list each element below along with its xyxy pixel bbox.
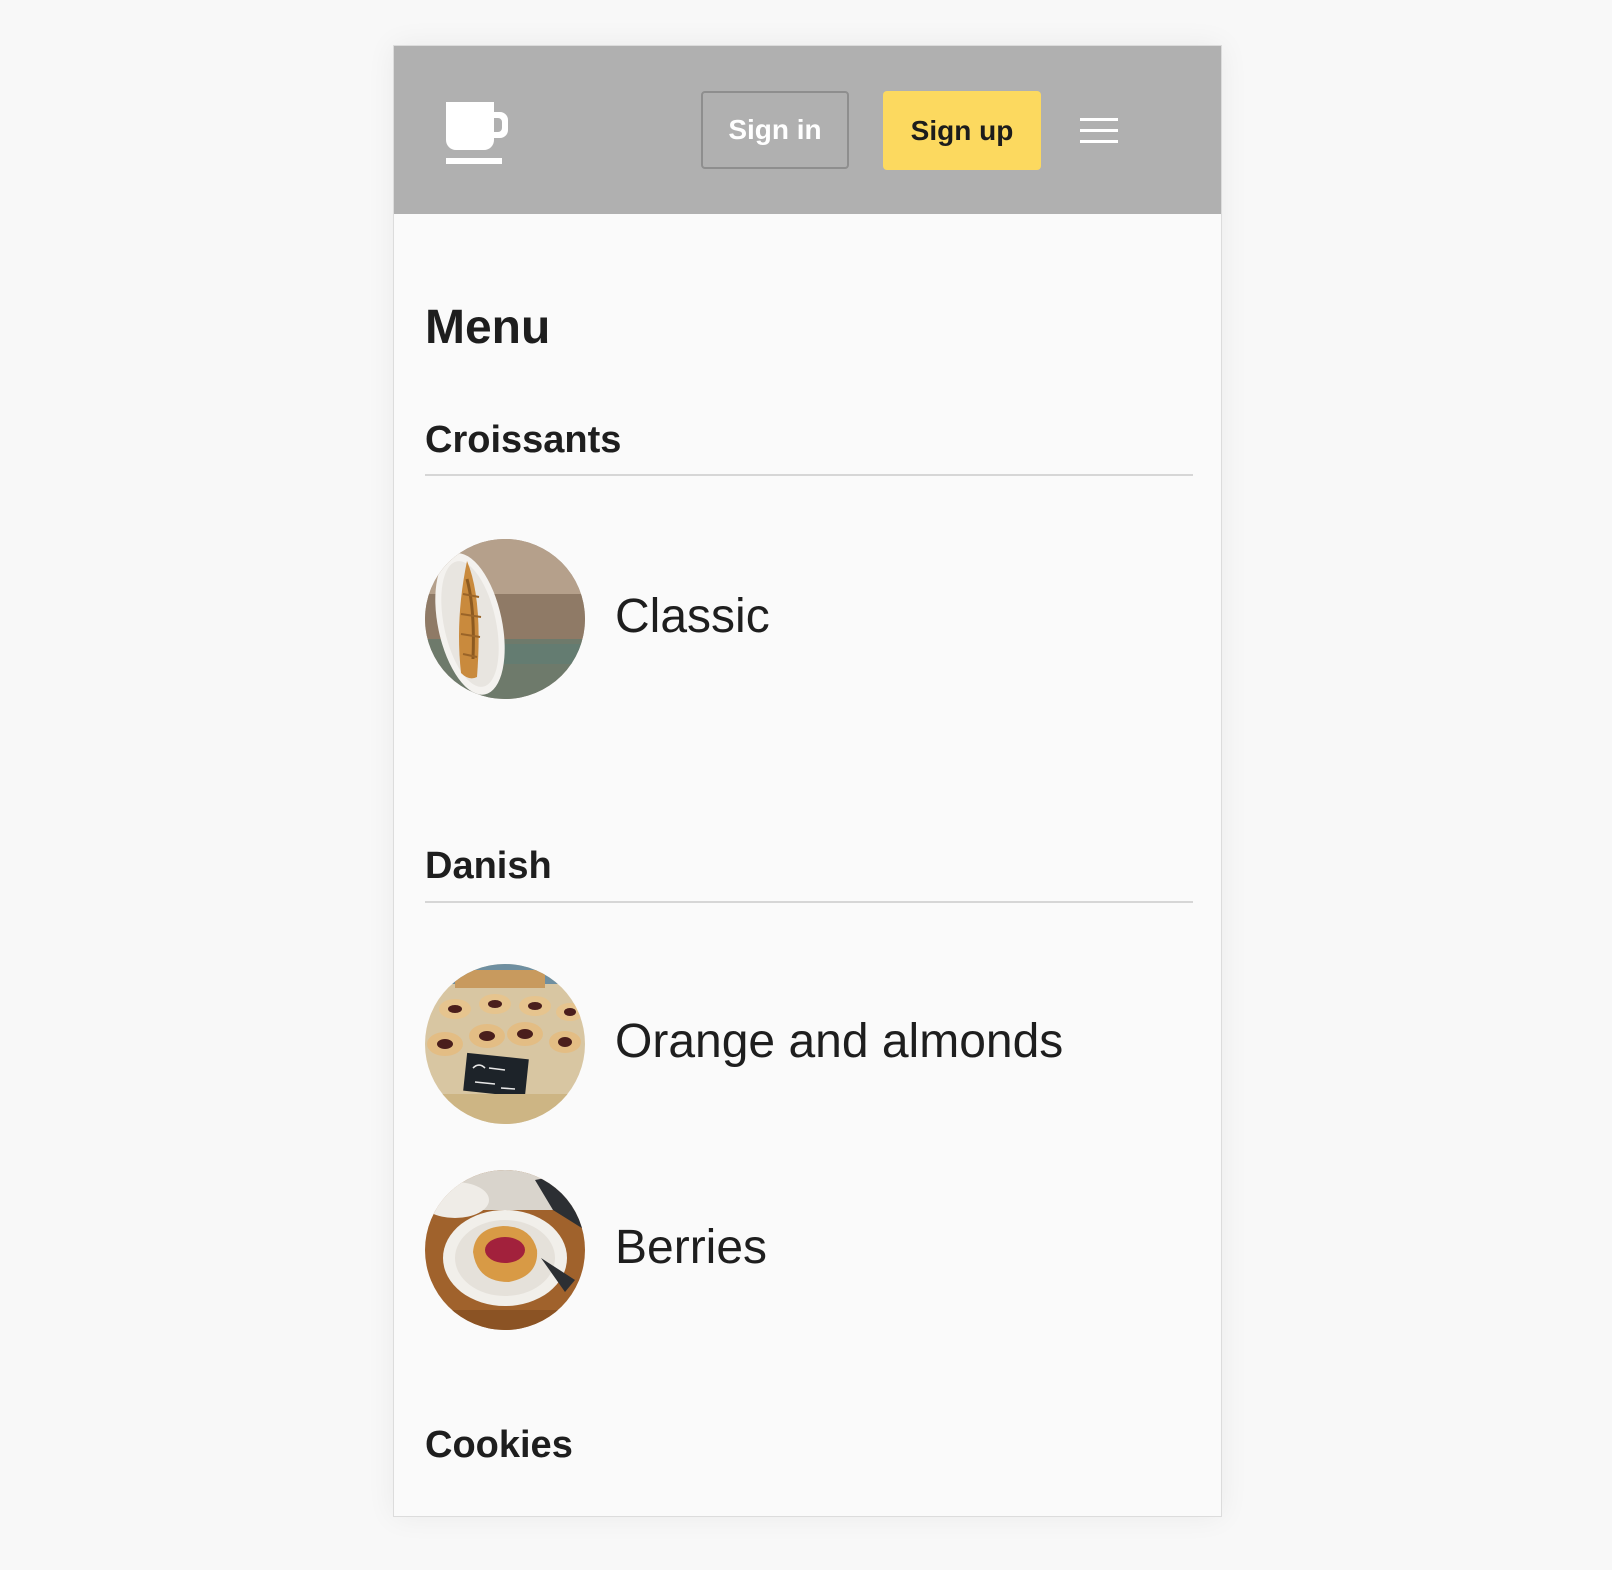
berry-galette-photo <box>425 1170 585 1330</box>
menu-item-name: Classic <box>615 590 770 643</box>
croissant-photo <box>425 539 585 699</box>
menu-item-berries[interactable]: Berries <box>425 1170 1193 1330</box>
sign-in-button[interactable]: Sign in <box>701 91 849 169</box>
menu-item-name: Orange and almonds <box>615 1015 1064 1068</box>
section-divider <box>425 901 1193 903</box>
menu-item-classic[interactable]: Classic <box>425 539 1193 699</box>
page-title: Menu <box>425 301 551 354</box>
section-divider <box>425 474 1193 476</box>
menu-item-name: Berries <box>615 1221 768 1274</box>
section-title-danish: Danish <box>425 845 552 887</box>
top-bar: Sign in Sign up <box>394 46 1221 214</box>
coffee-cup-icon[interactable] <box>446 102 510 164</box>
hamburger-line <box>1080 118 1118 121</box>
app-frame: Sign in Sign up Menu Croissants Classic … <box>393 45 1222 1517</box>
hamburger-line <box>1080 140 1118 143</box>
danish-pastries-photo <box>425 964 585 1124</box>
menu-item-orange-and-almonds[interactable]: Orange and almonds <box>425 964 1193 1124</box>
section-title-croissants: Croissants <box>425 419 622 461</box>
sign-up-button[interactable]: Sign up <box>883 91 1041 170</box>
section-title-cookies: Cookies <box>425 1424 573 1466</box>
hamburger-line <box>1080 129 1118 132</box>
hamburger-menu-icon[interactable] <box>1080 118 1118 144</box>
